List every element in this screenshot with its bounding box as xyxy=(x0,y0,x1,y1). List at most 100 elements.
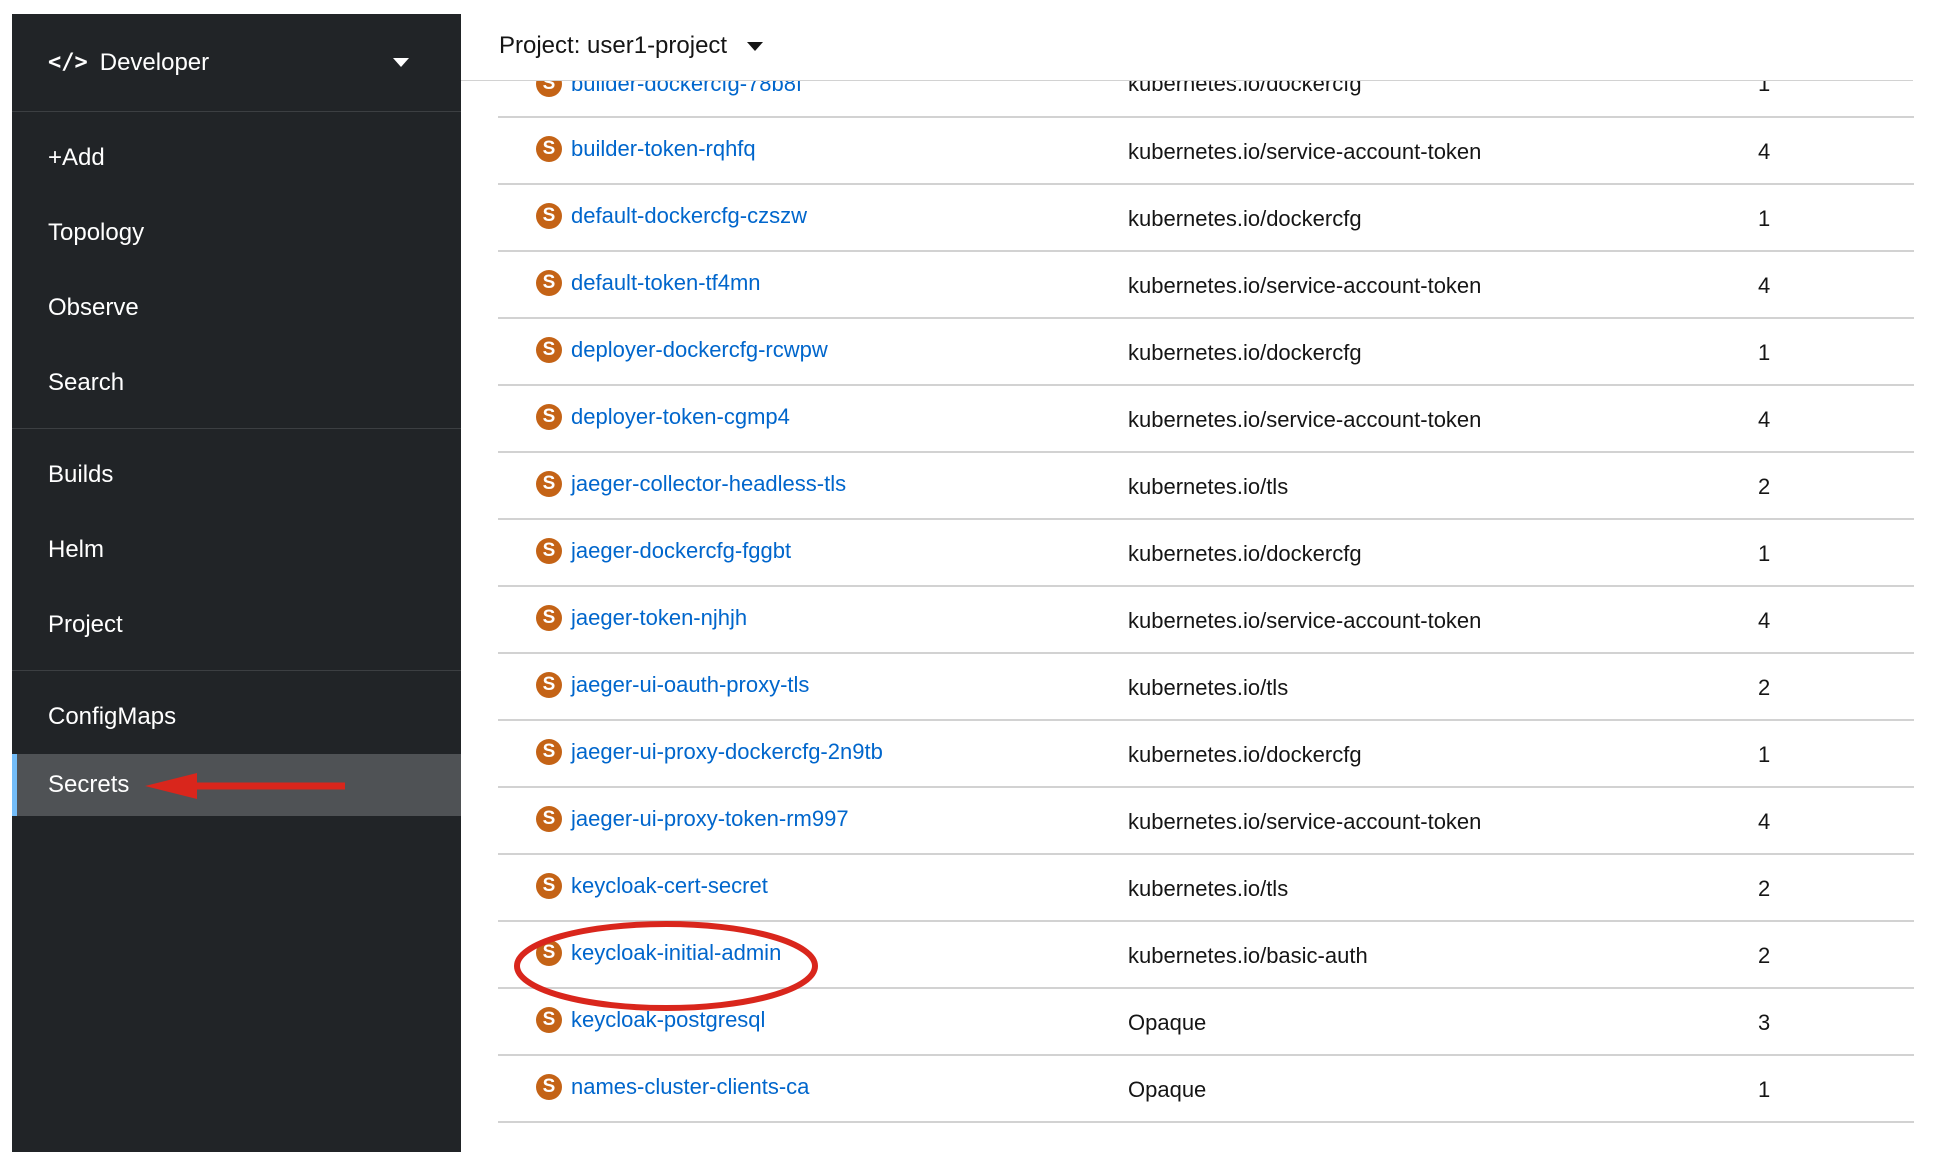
secret-size-cell: 4 xyxy=(1758,139,1771,164)
secret-size-cell: 4 xyxy=(1758,809,1771,834)
secret-badge-icon: S xyxy=(536,672,562,698)
secret-badge-icon: S xyxy=(536,1007,562,1033)
secret-name-cell: Sjaeger-ui-proxy-token-rm997 xyxy=(536,806,849,832)
project-label: Project: user1-project xyxy=(499,32,728,59)
secret-badge-icon: S xyxy=(536,136,562,162)
secret-link[interactable]: keycloak-postgresql xyxy=(571,1007,765,1033)
table-row: Sdefault-token-tf4mn kubernetes.io/servic… xyxy=(498,252,1914,319)
table-row: Skeycloak-initial-admin kubernetes.io/bas… xyxy=(498,922,1914,989)
secret-badge-icon: S xyxy=(536,538,562,564)
secret-name-cell: Sdefault-dockercfg-czszw xyxy=(536,203,807,229)
secret-name-cell: Snames-cluster-clients-ca xyxy=(536,1074,809,1100)
secret-name-cell: Skeycloak-initial-admin xyxy=(536,940,781,966)
perspective-switcher[interactable]: </> Developer xyxy=(12,14,461,112)
secrets-table: Sbuilder-dockercfg-78b8f kubernetes.io/do… xyxy=(498,66,1914,1123)
table-row: Sjaeger-dockercfg-fggbt kubernetes.io/doc… xyxy=(498,520,1914,587)
table-row: Sjaeger-ui-oauth-proxy-tls kubernetes.io/… xyxy=(498,654,1914,721)
secret-type-cell: kubernetes.io/basic-auth xyxy=(1128,943,1368,968)
secret-type-cell: kubernetes.io/dockercfg xyxy=(1128,340,1362,365)
secret-link[interactable]: jaeger-token-njhjh xyxy=(571,605,747,631)
table-row: Skeycloak-postgresql Opaque 3 xyxy=(498,989,1914,1056)
sidebar-item-builds[interactable]: Builds xyxy=(12,437,461,512)
sidebar-nav: </> Developer +Add Topology Observe Sear… xyxy=(12,14,461,1152)
sidebar-item-observe[interactable]: Observe xyxy=(12,270,461,345)
secret-type-cell: Opaque xyxy=(1128,1077,1207,1102)
secret-link[interactable]: builder-token-rqhfq xyxy=(571,136,756,162)
secret-type-cell: kubernetes.io/service-account-token xyxy=(1128,809,1482,834)
sidebar-item-secrets[interactable]: Secrets xyxy=(12,754,461,816)
secret-link[interactable]: jaeger-ui-proxy-dockercfg-2n9tb xyxy=(571,739,883,765)
secret-link[interactable]: jaeger-ui-proxy-token-rm997 xyxy=(571,806,849,832)
secret-type-cell: kubernetes.io/service-account-token xyxy=(1128,608,1482,633)
secret-size-cell: 4 xyxy=(1758,407,1771,432)
sidebar-item-helm[interactable]: Helm xyxy=(12,512,461,587)
secret-name-cell: Sjaeger-collector-headless-tls xyxy=(536,471,846,497)
secret-name-cell: Sjaeger-dockercfg-fggbt xyxy=(536,538,791,564)
table-row: Sdefault-dockercfg-czszw kubernetes.io/do… xyxy=(498,185,1914,252)
secret-type-cell: kubernetes.io/tls xyxy=(1128,474,1289,499)
secret-link[interactable]: jaeger-collector-headless-tls xyxy=(571,471,846,497)
sidebar-item-configmaps[interactable]: ConfigMaps xyxy=(12,679,461,754)
secret-badge-icon: S xyxy=(536,739,562,765)
secret-size-cell: 1 xyxy=(1758,541,1771,566)
secret-size-cell: 3 xyxy=(1758,1010,1771,1035)
table-row: Sjaeger-ui-proxy-token-rm997 kubernetes.i… xyxy=(498,788,1914,855)
secret-badge-icon: S xyxy=(536,1074,562,1100)
secret-badge-icon: S xyxy=(536,203,562,229)
sidebar-item-topology[interactable]: Topology xyxy=(12,195,461,270)
secret-type-cell: kubernetes.io/service-account-token xyxy=(1128,139,1482,164)
table-row: Sbuilder-token-rqhfq kubernetes.io/servic… xyxy=(498,118,1914,185)
sidebar-item-add[interactable]: +Add xyxy=(12,120,461,195)
table-row: Sdeployer-dockercfg-rcwpw kubernetes.io/d… xyxy=(498,319,1914,386)
secret-type-cell: kubernetes.io/tls xyxy=(1128,675,1289,700)
code-icon: </> xyxy=(48,50,88,75)
secret-size-cell: 2 xyxy=(1758,675,1771,700)
sidebar-item-search[interactable]: Search xyxy=(12,345,461,420)
secret-link[interactable]: keycloak-cert-secret xyxy=(571,873,768,899)
secret-name-cell: Sjaeger-ui-oauth-proxy-tls xyxy=(536,672,809,698)
project-selector[interactable]: Project: user1-project xyxy=(499,32,764,60)
annotation-arrow-icon xyxy=(145,773,345,799)
secret-name-cell: Sdefault-token-tf4mn xyxy=(536,270,761,296)
secret-badge-icon: S xyxy=(536,270,562,296)
secret-link[interactable]: jaeger-ui-oauth-proxy-tls xyxy=(571,672,809,698)
secret-name-cell: Sjaeger-ui-proxy-dockercfg-2n9tb xyxy=(536,739,883,765)
secret-type-cell: kubernetes.io/dockercfg xyxy=(1128,742,1362,767)
secret-badge-icon: S xyxy=(536,605,562,631)
table-row: Sjaeger-token-njhjh kubernetes.io/service… xyxy=(498,587,1914,654)
secret-link[interactable]: jaeger-dockercfg-fggbt xyxy=(571,538,791,564)
secret-badge-icon: S xyxy=(536,404,562,430)
secret-size-cell: 4 xyxy=(1758,273,1771,298)
sidebar-item-project[interactable]: Project xyxy=(12,587,461,662)
secret-size-cell: 4 xyxy=(1758,608,1771,633)
secret-size-cell: 2 xyxy=(1758,474,1771,499)
secret-badge-icon: S xyxy=(536,806,562,832)
secret-link[interactable]: default-dockercfg-czszw xyxy=(571,203,807,229)
nav-group-config: ConfigMaps Secrets xyxy=(12,671,461,824)
secret-type-cell: kubernetes.io/tls xyxy=(1128,876,1289,901)
secret-name-cell: Sdeployer-token-cgmp4 xyxy=(536,404,790,430)
secret-link[interactable]: names-cluster-clients-ca xyxy=(571,1074,809,1100)
table-row: Sdeployer-token-cgmp4 kubernetes.io/servi… xyxy=(498,386,1914,453)
secret-size-cell: 1 xyxy=(1758,742,1771,767)
secret-link[interactable]: keycloak-initial-admin xyxy=(571,940,781,966)
table-row: Skeycloak-cert-secret kubernetes.io/tls 2 xyxy=(498,855,1914,922)
table-row: Sjaeger-ui-proxy-dockercfg-2n9tb kubernet… xyxy=(498,721,1914,788)
secret-type-cell: kubernetes.io/service-account-token xyxy=(1128,407,1482,432)
secret-name-cell: Sbuilder-token-rqhfq xyxy=(536,136,756,162)
secret-type-cell: kubernetes.io/dockercfg xyxy=(1128,206,1362,231)
nav-group-build: Builds Helm Project xyxy=(12,429,461,671)
caret-down-icon xyxy=(393,58,409,67)
secret-link[interactable]: deployer-token-cgmp4 xyxy=(571,404,790,430)
secret-name-cell: Skeycloak-cert-secret xyxy=(536,873,768,899)
secret-size-cell: 1 xyxy=(1758,206,1771,231)
secret-badge-icon: S xyxy=(536,471,562,497)
secret-link[interactable]: deployer-dockercfg-rcwpw xyxy=(571,337,828,363)
secret-badge-icon: S xyxy=(536,940,562,966)
secret-name-cell: Sjaeger-token-njhjh xyxy=(536,605,747,631)
sidebar-item-secrets-label: Secrets xyxy=(48,771,130,798)
secret-size-cell: 1 xyxy=(1758,1077,1771,1102)
secret-link[interactable]: default-token-tf4mn xyxy=(571,270,761,296)
table-row: Sjaeger-collector-headless-tls kubernetes… xyxy=(498,453,1914,520)
table-row: Snames-cluster-clients-ca Opaque 1 xyxy=(498,1056,1914,1123)
